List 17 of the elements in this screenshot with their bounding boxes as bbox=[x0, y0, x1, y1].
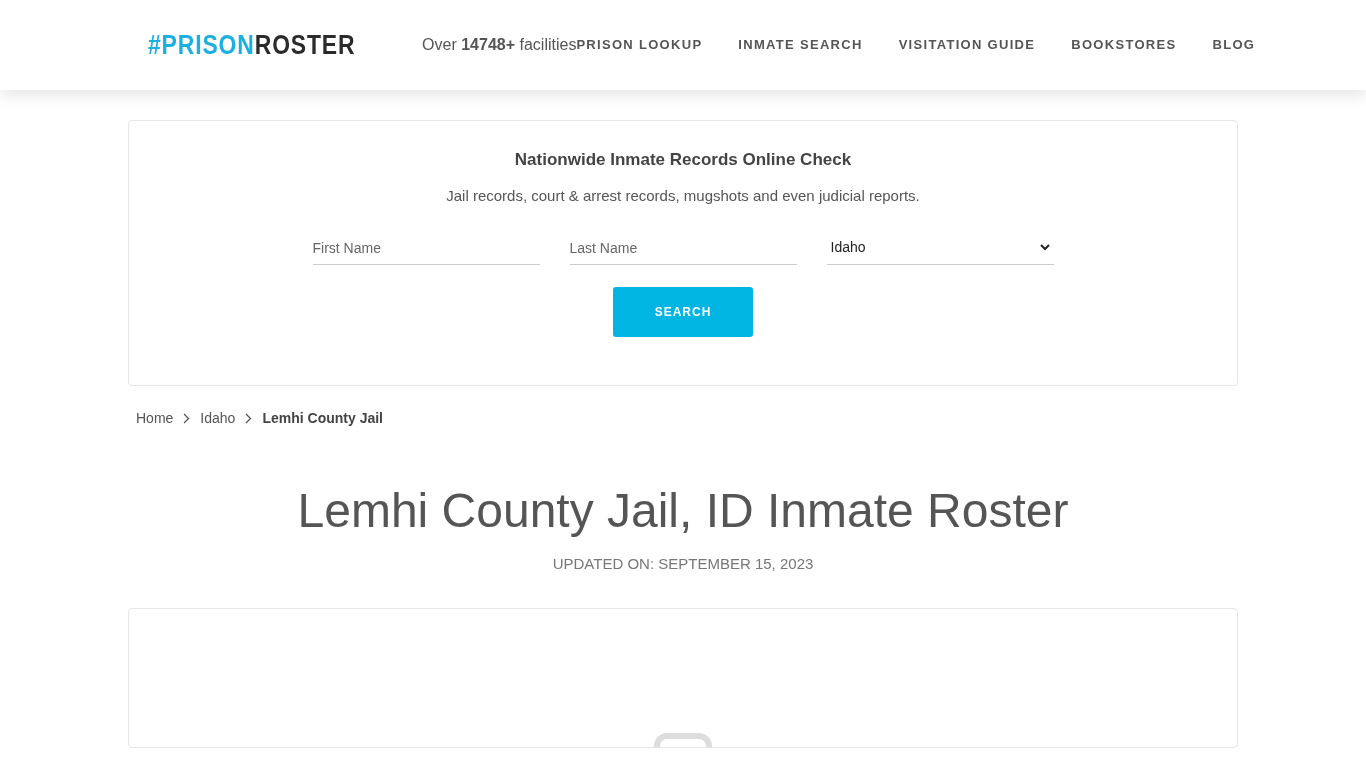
last-name-field[interactable]: Last Name bbox=[569, 231, 797, 265]
facilities-count: Over 14748+ facilities bbox=[422, 35, 577, 55]
page-heading: Lemhi County Jail, ID Inmate Roster bbox=[296, 483, 1070, 539]
breadcrumb-link[interactable]: Idaho bbox=[200, 408, 236, 429]
breadcrumb-link[interactable]: Home bbox=[136, 408, 174, 429]
breadcrumb-current: Lemhi County Jail bbox=[262, 409, 383, 428]
updated-date: UPDATED ON: SEPTEMBER 15, 2023 bbox=[551, 554, 815, 574]
first-name-field[interactable]: First Name bbox=[312, 231, 540, 265]
card-title: Nationwide Inmate Records Online Check bbox=[514, 149, 852, 171]
site-logo[interactable]: #PRISONROSTER bbox=[148, 31, 356, 59]
nav-link[interactable]: VISITATION GUIDE bbox=[898, 35, 1036, 55]
state-select[interactable]: Idaho bbox=[826, 231, 1054, 265]
nav-link[interactable]: INMATE SEARCH bbox=[738, 35, 863, 55]
nav-link[interactable]: BOOKSTORES bbox=[1071, 35, 1177, 55]
card-subtitle: Jail records, court & arrest records, mugshots and even judicial reports. bbox=[446, 185, 920, 206]
nav-link[interactable]: BLOG bbox=[1212, 35, 1256, 55]
nav-link[interactable]: PRISON LOOKUP bbox=[576, 35, 703, 55]
